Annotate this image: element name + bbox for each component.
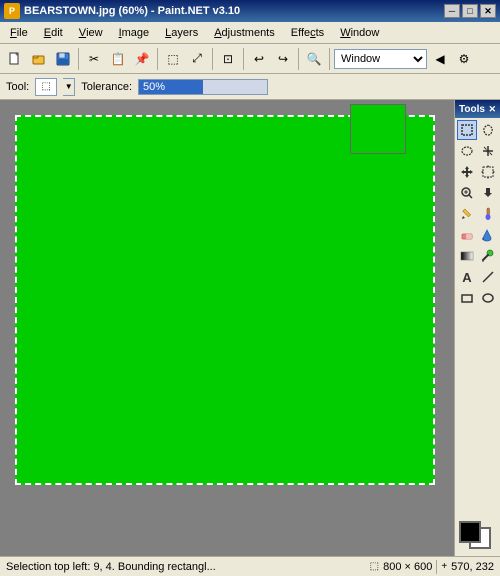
tool-color-picker[interactable] — [478, 246, 498, 266]
tool-magic-wand[interactable] — [478, 141, 498, 161]
menu-bar: File Edit View Image Layers Adjustments … — [0, 22, 500, 44]
window-title: BEARSTOWN.jpg (60%) - Paint.NET v3.10 — [24, 5, 240, 17]
cursor-position: 570, 232 — [451, 561, 494, 573]
menu-edit[interactable]: Edit — [36, 23, 71, 43]
new-button[interactable] — [4, 48, 26, 70]
tool-eraser[interactable] — [457, 225, 477, 245]
tool-icon-area[interactable]: ⬚ — [35, 78, 57, 96]
tool-line[interactable] — [478, 267, 498, 287]
tool-lasso-select[interactable] — [478, 120, 498, 140]
tool-options-bar: Tool: ⬚ ▼ Tolerance: 50% — [0, 74, 500, 100]
tool-pencil[interactable] — [457, 204, 477, 224]
menu-adjustments[interactable]: Adjustments — [206, 23, 283, 43]
dimensions-icon: ⬚ — [370, 561, 379, 572]
menu-file[interactable]: File — [2, 23, 36, 43]
resize-button[interactable]: ⤢ — [186, 48, 208, 70]
tool-text[interactable]: A — [457, 267, 477, 287]
title-bar-left: P BEARSTOWN.jpg (60%) - Paint.NET v3.10 — [4, 3, 240, 19]
tolerance-bar[interactable]: 50% — [138, 79, 268, 95]
fg-bg-colors — [459, 521, 499, 549]
tool-ellipse-select[interactable] — [457, 141, 477, 161]
copy-button[interactable]: 📋 — [107, 48, 129, 70]
cursor-icon: + — [441, 561, 447, 572]
tools-panel-title: Tools ✕ — [455, 100, 500, 118]
open-button[interactable] — [28, 48, 50, 70]
tolerance-label: Tolerance: — [81, 81, 132, 93]
toolbar-separator-6 — [329, 48, 330, 70]
status-right: ⬚ 800 × 600 + 570, 232 — [370, 560, 494, 574]
tools-panel: Tools ✕ — [454, 100, 500, 556]
color-area — [457, 521, 498, 551]
tool-move-selection[interactable] — [478, 162, 498, 182]
toolbar-separator-1 — [78, 48, 79, 70]
minimize-button[interactable]: ─ — [444, 4, 460, 18]
main-area: Tools ✕ — [0, 100, 500, 556]
canvas-container[interactable] — [0, 100, 454, 556]
undo-button[interactable]: ↩ — [248, 48, 270, 70]
settings-button[interactable]: ⚙ — [453, 48, 475, 70]
mini-preview — [350, 104, 406, 154]
tool-paint-brush[interactable] — [478, 204, 498, 224]
toolbar-separator-5 — [298, 48, 299, 70]
crop-button[interactable]: ⬚ — [162, 48, 184, 70]
title-buttons[interactable]: ─ □ ✕ — [444, 4, 496, 18]
status-left: Selection top left: 9, 4. Bounding recta… — [6, 561, 216, 573]
save-button[interactable] — [52, 48, 74, 70]
tool-label: Tool: — [6, 81, 29, 93]
extras-button[interactable]: ◀ — [429, 48, 451, 70]
paste-button[interactable]: 📌 — [131, 48, 153, 70]
tools-panel-close[interactable]: ✕ — [488, 104, 496, 115]
maximize-button[interactable]: □ — [462, 4, 478, 18]
tool-dropdown-arrow[interactable]: ▼ — [63, 78, 75, 96]
app-icon: P — [4, 3, 20, 19]
status-bar: Selection top left: 9, 4. Bounding recta… — [0, 556, 500, 576]
redo-button[interactable]: ↪ — [272, 48, 294, 70]
tool-rectangle-shape[interactable] — [457, 288, 477, 308]
toolbar-separator-3 — [212, 48, 213, 70]
status-text: Selection top left: 9, 4. Bounding recta… — [6, 561, 216, 573]
window-select[interactable]: Window Full Screen Fit to Window — [334, 49, 427, 69]
tool-pan[interactable] — [478, 183, 498, 203]
tool-move-selected[interactable] — [457, 162, 477, 182]
menu-window[interactable]: Window — [332, 23, 387, 43]
tools-grid: A — [455, 118, 500, 310]
menu-view[interactable]: View — [71, 23, 111, 43]
toolbar: ✂ 📋 📌 ⬚ ⤢ ⊡ ↩ ↪ 🔍 Window Full Screen Fit… — [0, 44, 500, 74]
menu-layers[interactable]: Layers — [157, 23, 206, 43]
close-button[interactable]: ✕ — [480, 4, 496, 18]
tool-gradient[interactable] — [457, 246, 477, 266]
cut-button[interactable]: ✂ — [83, 48, 105, 70]
menu-effects[interactable]: Effects — [283, 23, 332, 43]
tool-paint-bucket[interactable] — [478, 225, 498, 245]
tools-panel-label: Tools — [459, 104, 485, 115]
zoom-button[interactable]: 🔍 — [303, 48, 325, 70]
tolerance-value: 50% — [143, 81, 165, 93]
tool-ellipse-shape[interactable] — [478, 288, 498, 308]
status-separator — [436, 560, 437, 574]
image-dimensions: 800 × 600 — [383, 561, 432, 573]
tool-zoom[interactable] — [457, 183, 477, 203]
menu-image[interactable]: Image — [111, 23, 158, 43]
foreground-color-swatch[interactable] — [459, 521, 481, 543]
deselect-button[interactable]: ⊡ — [217, 48, 239, 70]
canvas[interactable] — [15, 115, 435, 485]
tool-rectangle-select[interactable] — [457, 120, 477, 140]
title-bar: P BEARSTOWN.jpg (60%) - Paint.NET v3.10 … — [0, 0, 500, 22]
toolbar-separator-4 — [243, 48, 244, 70]
toolbar-separator-2 — [157, 48, 158, 70]
